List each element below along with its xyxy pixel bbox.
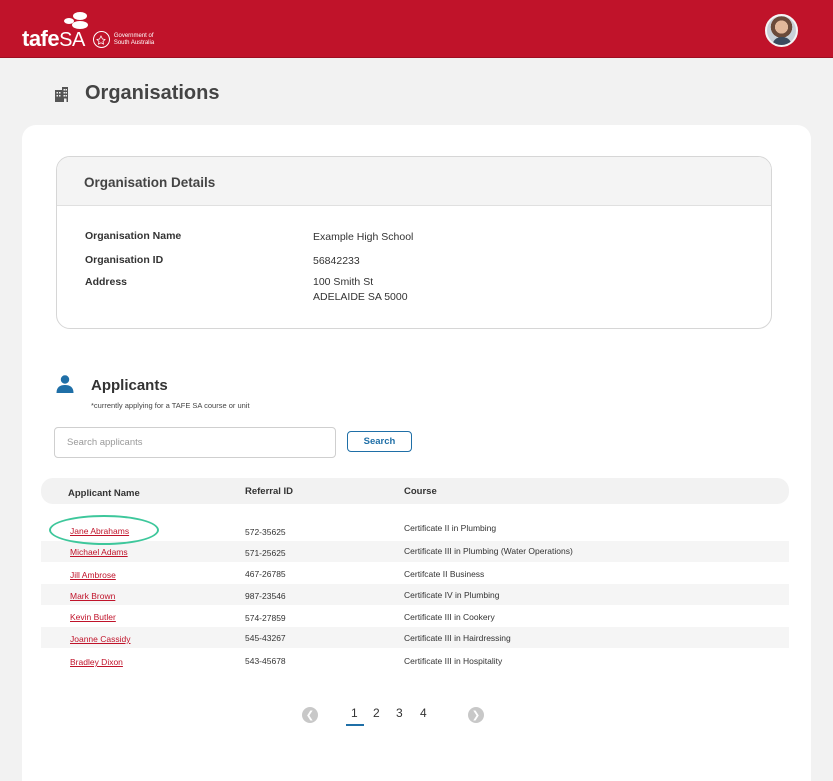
referral-id: 987-23546	[245, 591, 286, 601]
page-4-link[interactable]: 4	[420, 706, 427, 720]
chevron-right-icon: ❯	[471, 709, 481, 721]
org-address-label: Address	[85, 276, 128, 288]
course-name: Certificate III in Plumbing (Water Opera…	[404, 546, 573, 556]
user-avatar[interactable]	[765, 14, 798, 47]
tafe-sa-logo[interactable]: tafe SA Government of South Australia	[22, 10, 154, 50]
applicant-name-link[interactable]: Jane Abrahams	[70, 526, 129, 536]
page-1-link[interactable]: 1	[346, 706, 364, 726]
applicant-name-link[interactable]: Michael Adams	[70, 547, 128, 557]
referral-id: 467-26785	[245, 569, 286, 579]
applicants-title: Applicants	[91, 377, 168, 394]
org-name-value: Example High School	[313, 231, 414, 243]
org-name-label: Organisation Name	[85, 230, 182, 242]
organisation-details-heading: Organisation Details	[57, 157, 771, 206]
gov-line-1: Government of	[113, 32, 154, 39]
page-2-link[interactable]: 2	[373, 706, 380, 720]
building-icon	[55, 86, 68, 102]
org-address-line-1: 100 Smith St	[313, 276, 374, 288]
referral-id: 572-35625	[245, 527, 286, 537]
table-row: Joanne Cassidy 545-43267 Certificate III…	[41, 627, 789, 648]
org-address-line-2: ADELAIDE SA 5000	[313, 291, 408, 303]
referral-id: 545-43267	[245, 633, 286, 643]
referral-id: 571-25625	[245, 548, 286, 558]
table-row: Jill Ambrose 467-26785 Certifcate II Bus…	[41, 563, 789, 584]
person-icon	[56, 375, 74, 393]
government-text: Government of South Australia	[114, 33, 154, 47]
table-row: Kevin Butler 574-27859 Certificate III i…	[41, 606, 789, 627]
column-applicant-name[interactable]: Applicant Name	[68, 488, 140, 499]
table-row: Mark Brown 987-23546 Certificate IV in P…	[41, 584, 789, 605]
org-id-value: 56842233	[313, 255, 360, 267]
applicants-table-header: Applicant Name Referral ID Course	[41, 478, 789, 504]
referral-id: 574-27859	[245, 613, 286, 623]
logo-sa-text: SA	[59, 29, 85, 51]
course-name: Certificate III in Cookery	[404, 612, 495, 622]
course-name: Certificate III in Hospitality	[404, 656, 503, 666]
applicant-name-link[interactable]: Joanne Cassidy	[70, 634, 130, 644]
table-row: Michael Adams 571-25625 Certificate III …	[41, 541, 789, 562]
chevron-left-icon: ❮	[305, 709, 315, 721]
applicants-subtitle: *currently applying for a TAFE SA course…	[91, 401, 250, 410]
government-seal-icon	[92, 31, 110, 48]
applicant-name-link[interactable]: Jill Ambrose	[70, 570, 116, 580]
gov-line-2: South Australia	[113, 39, 155, 46]
government-badge: Government of South Australia	[92, 31, 154, 50]
table-row: Jane Abrahams 572-35625 Certificate II i…	[41, 520, 789, 541]
referral-id: 543-45678	[245, 656, 286, 666]
pagination: ❮ 1 2 3 4 ❯	[0, 705, 833, 726]
course-name: Certificate II in Plumbing	[404, 523, 497, 533]
column-course[interactable]: Course	[404, 486, 437, 497]
page-title: Organisations	[85, 82, 220, 104]
top-bar: tafe SA Government of South Australia	[0, 0, 833, 58]
course-name: Certificate IV in Plumbing	[404, 590, 500, 600]
search-button[interactable]: Search	[347, 431, 412, 452]
org-address-value: 100 Smith St ADELAIDE SA 5000	[313, 275, 613, 305]
page-3-link[interactable]: 3	[396, 706, 403, 720]
applicant-name-link[interactable]: Bradley Dixon	[70, 657, 123, 667]
column-referral-id[interactable]: Referral ID	[245, 486, 293, 497]
logo-tafe-text: tafe	[22, 26, 60, 51]
course-name: Certificate III in Hairdressing	[404, 633, 511, 643]
applicant-name-link[interactable]: Mark Brown	[70, 591, 115, 601]
page-header: Organisations	[53, 82, 219, 105]
logo-dots-icon	[64, 12, 88, 29]
organisation-details-card: Organisation Details Organisation Name E…	[56, 156, 772, 329]
course-name: Certifcate II Business	[404, 569, 485, 579]
table-row: Bradley Dixon 543-45678 Certificate III …	[41, 650, 789, 671]
logo-wordmark: tafe SA	[22, 26, 85, 51]
search-applicants-input[interactable]	[54, 427, 336, 458]
org-id-label: Organisation ID	[85, 254, 164, 266]
next-page-button[interactable]: ❯	[468, 707, 484, 723]
applicant-name-link[interactable]: Kevin Butler	[70, 612, 116, 622]
previous-page-button[interactable]: ❮	[302, 707, 318, 723]
